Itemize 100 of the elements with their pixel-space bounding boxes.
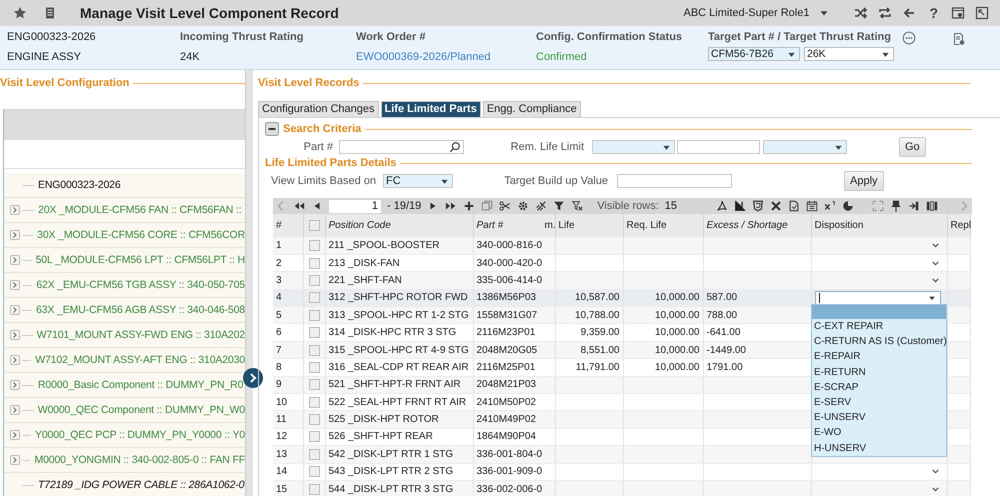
superscript-icon[interactable] bbox=[824, 200, 836, 212]
tree-item[interactable]: 20X _MODULE-CFM56 FAN :: CFM56FAN :: bbox=[38, 204, 242, 216]
checkbox[interactable] bbox=[308, 310, 320, 321]
input-field[interactable] bbox=[617, 174, 732, 188]
part-search-field[interactable] bbox=[339, 140, 464, 154]
checkbox[interactable] bbox=[308, 431, 320, 442]
search-icon[interactable] bbox=[449, 141, 461, 153]
settings-icon[interactable] bbox=[517, 200, 530, 212]
role-selector[interactable]: ABC Limited-Super Role1 bbox=[683, 7, 836, 19]
disposition-field[interactable] bbox=[814, 290, 940, 305]
page-field[interactable]: 1 bbox=[329, 200, 381, 212]
dropdown-option[interactable]: E-SCRAP bbox=[812, 380, 946, 395]
tree-item[interactable]: T72189 _IDG POWER CABLE :: 286A1062-0 bbox=[38, 479, 244, 491]
tree-row[interactable]: R0000_Basic Component :: DUMMY_PN_R0 bbox=[4, 373, 245, 398]
column-header[interactable]: Part # bbox=[476, 220, 506, 231]
tree-item[interactable]: 50L _MODULE-CFM56 LPT :: CFM56LPT :: H bbox=[36, 254, 245, 266]
expander-icon[interactable] bbox=[10, 405, 20, 415]
checkbox[interactable] bbox=[308, 258, 320, 269]
expander-icon[interactable] bbox=[10, 330, 20, 340]
expander-icon[interactable] bbox=[10, 205, 20, 215]
tab[interactable]: Engg. Compliance bbox=[482, 101, 581, 117]
select-field[interactable] bbox=[592, 140, 675, 154]
tree-row[interactable]: T72189 _IDG POWER CABLE :: 286A1062-0 bbox=[4, 473, 245, 496]
close-icon[interactable] bbox=[770, 200, 782, 212]
tree-row[interactable]: 20X _MODULE-CFM56 FAN :: CFM56FAN :: bbox=[4, 198, 245, 223]
expander-icon[interactable] bbox=[10, 280, 20, 290]
target-thrust-select[interactable]: 26K bbox=[804, 47, 894, 61]
tree-item[interactable]: 62X _EMU-CFM56 TGB ASSY :: 340-050-705 bbox=[36, 279, 245, 291]
tree-row[interactable]: W7102_MOUNT ASSY-AFT ENG :: 310A2030 bbox=[4, 348, 245, 373]
repeat-icon[interactable] bbox=[878, 6, 892, 20]
checkbox[interactable] bbox=[308, 396, 320, 408]
collapse-toggle-icon[interactable] bbox=[265, 122, 279, 136]
document-icon[interactable] bbox=[788, 200, 800, 212]
checkbox[interactable] bbox=[308, 327, 320, 338]
expander-icon[interactable] bbox=[10, 455, 20, 465]
more-icon[interactable] bbox=[902, 31, 916, 45]
table-row[interactable]: 15 544 _DISK-LPT RTR 3 STG 336-002-006-0 bbox=[273, 480, 970, 496]
checkbox[interactable] bbox=[308, 379, 320, 390]
tree-item[interactable]: Y0000_QEC PCP :: DUMMY_PN_Y0000 :: Y0 bbox=[34, 429, 245, 441]
dropdown-option[interactable]: E-SERV bbox=[812, 394, 946, 410]
collapse-icon[interactable] bbox=[975, 6, 989, 20]
tree-item[interactable]: R0000_Basic Component :: DUMMY_PN_R0 bbox=[38, 379, 244, 391]
first-page-icon[interactable] bbox=[293, 200, 305, 212]
checkbox[interactable] bbox=[308, 448, 320, 460]
document-settings-icon[interactable] bbox=[952, 32, 966, 46]
bar-chart-icon[interactable] bbox=[734, 200, 746, 212]
table-row[interactable]: 14 543 _DISK-LPT RTR 2 STG 336-001-909-0 bbox=[273, 463, 970, 480]
expander-icon[interactable] bbox=[10, 430, 20, 440]
tree-item[interactable]: 63X _EMU-CFM56 AGB ASSY :: 340-046-508 bbox=[36, 304, 245, 316]
expander-icon[interactable] bbox=[10, 255, 20, 265]
view-limits-select[interactable]: FC bbox=[383, 174, 453, 188]
expander-icon[interactable] bbox=[10, 305, 20, 315]
tab[interactable]: Life Limited Parts bbox=[380, 101, 481, 117]
tree-row[interactable]: 50L _MODULE-CFM56 LPT :: CFM56LPT :: H bbox=[4, 248, 245, 273]
select-field[interactable] bbox=[763, 140, 847, 154]
input-field[interactable] bbox=[677, 140, 760, 154]
dropdown-option[interactable]: E-UNSERV bbox=[812, 410, 946, 426]
checkbox[interactable] bbox=[308, 220, 320, 231]
checkbox[interactable] bbox=[308, 484, 320, 495]
expand-icon[interactable] bbox=[872, 200, 884, 212]
table-row[interactable]: 1 211 _SPOOL-BOOSTER 340-000-816-0 bbox=[273, 237, 970, 254]
table-row[interactable]: 3 221 _SHFT-FAN 335-006-414-0 bbox=[273, 272, 970, 290]
last-page-icon[interactable] bbox=[445, 200, 458, 212]
expander-icon[interactable] bbox=[10, 380, 20, 390]
tree-item[interactable]: M0000_YONGMIN :: 340-002-805-0 :: FAN FF bbox=[34, 454, 245, 466]
clear-filter-icon[interactable] bbox=[571, 200, 584, 212]
copy-icon[interactable] bbox=[481, 200, 494, 212]
back-arrow-icon[interactable] bbox=[902, 6, 916, 20]
calendar-icon[interactable] bbox=[806, 200, 818, 212]
tab[interactable]: Configuration Changes bbox=[258, 101, 379, 117]
filter-icon[interactable] bbox=[553, 200, 566, 212]
checkbox[interactable] bbox=[308, 362, 320, 373]
checkbox[interactable] bbox=[308, 414, 320, 426]
insert-icon[interactable] bbox=[908, 200, 920, 212]
tree-item[interactable]: 30X _MODULE-CFM56 CORE :: CFM56COR bbox=[37, 229, 245, 241]
tree-row[interactable]: ENG000323-2026 bbox=[4, 173, 245, 198]
table-row[interactable]: 4 312 _SHFT-HPC ROTOR FWD 1386M56P03 10,587.00 10,000.00 587.00 bbox=[273, 289, 970, 307]
column-header[interactable]: Repl bbox=[950, 220, 974, 231]
column-header[interactable]: Disposition bbox=[814, 220, 866, 231]
checkbox[interactable] bbox=[308, 466, 320, 478]
window-icon[interactable] bbox=[951, 6, 965, 20]
target-part-select[interactable]: CFM56-7B26 bbox=[708, 47, 800, 61]
scissors-icon[interactable] bbox=[499, 200, 512, 212]
tree-row[interactable]: Y0000_QEC PCP :: DUMMY_PN_Y0000 :: Y0 bbox=[4, 423, 245, 448]
tree-row[interactable]: W0000_QEC Component :: DUMMY_PN_W0 bbox=[4, 398, 245, 423]
checkbox[interactable] bbox=[308, 292, 320, 304]
pdf-icon[interactable] bbox=[716, 200, 728, 212]
checkbox[interactable] bbox=[308, 240, 320, 251]
expander-icon[interactable] bbox=[10, 355, 20, 365]
columns-icon[interactable] bbox=[926, 200, 938, 212]
tree-item[interactable]: ENG000323-2026 bbox=[38, 179, 121, 191]
tree-row[interactable]: M0000_YONGMIN :: 340-002-805-0 :: FAN FF bbox=[4, 448, 245, 473]
column-header[interactable]: m. Life bbox=[544, 220, 577, 231]
tree-row[interactable]: 62X _EMU-CFM56 TGB ASSY :: 340-050-705 bbox=[4, 273, 245, 298]
tree-item[interactable]: W7101_MOUNT ASSY-FWD ENG :: 310A202 bbox=[36, 329, 245, 341]
go-button[interactable]: Go bbox=[899, 137, 926, 157]
tree-item[interactable]: W7102_MOUNT ASSY-AFT ENG :: 310A2030 bbox=[35, 354, 245, 366]
apply-button[interactable]: Apply bbox=[844, 171, 884, 191]
star-icon[interactable] bbox=[13, 6, 27, 20]
help-button[interactable]: ? bbox=[927, 5, 940, 21]
